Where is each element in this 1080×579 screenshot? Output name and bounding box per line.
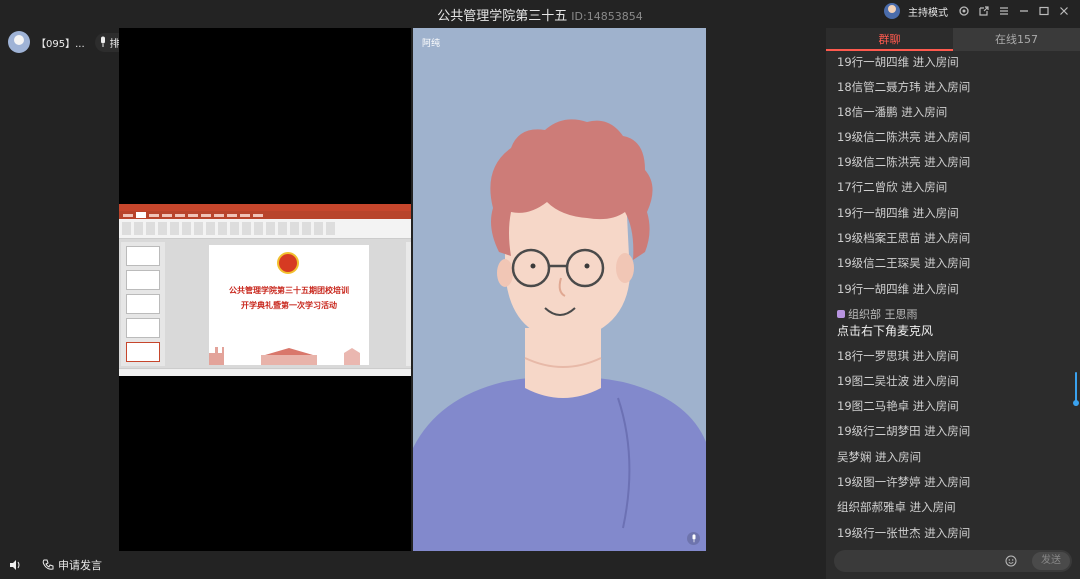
ppt-ribbon-tabs (119, 211, 411, 219)
popout-icon[interactable] (978, 5, 990, 17)
mic-icon (100, 36, 105, 47)
speaker-icon[interactable] (9, 559, 21, 571)
minimize-icon[interactable] (1018, 5, 1030, 17)
ppt-statusbar (119, 368, 411, 376)
chat-message: 19图二马艳卓 进入房间 (837, 399, 959, 413)
settings-icon[interactable] (958, 5, 970, 17)
screen-share-view[interactable]: 公共管理学院第三十五期团校培训 开学典礼暨第一次学习活动 (119, 28, 411, 551)
host-avatar[interactable] (884, 3, 900, 19)
slide-title-line2: 开学典礼暨第一次学习活动 (241, 301, 337, 310)
chat-message: 19级信二陈洪亮 进入房间 (837, 130, 971, 144)
chat-message: 18行一罗思琪 进入房间 (837, 349, 959, 363)
chat-message: 17行二曾欣 进入房间 (837, 180, 948, 194)
chat-message: 19行一胡四维 进入房间 (837, 206, 959, 220)
user-bar: 【095】... 排麦 (8, 31, 136, 53)
chat-message: 19级行二胡梦田 进入房间 (837, 424, 971, 438)
chat-panel: 群聊 在线157 19行一胡四维 进入房间 18信管二聂方玮 进入房间 18信一… (826, 28, 1080, 579)
user-name[interactable]: 【095】... (36, 35, 85, 50)
participant-name: 阿纯 (422, 39, 441, 49)
chat-input[interactable]: 发送 (834, 550, 1072, 572)
participant-video[interactable]: 阿纯 (413, 28, 706, 551)
title-bar: 公共管理学院第三十五 ID:14853854 主持模式 (0, 0, 1080, 26)
chat-message: 19行一胡四维 进入房间 (837, 282, 959, 296)
panel-tabs: 群聊 在线157 (826, 28, 1080, 51)
apply-speak-button[interactable]: 申请发言 (42, 557, 102, 573)
send-button[interactable]: 发送 (1032, 552, 1070, 570)
chat-message: 19行一胡四维 进入房间 (837, 55, 959, 69)
host-mode-label[interactable]: 主持模式 (908, 4, 948, 19)
chat-message: 19级图一许梦婷 进入房间 (837, 475, 971, 489)
ppt-slide: 公共管理学院第三十五期团校培训 开学典礼暨第一次学习活动 (209, 245, 369, 365)
bottom-bar (0, 553, 826, 579)
chat-text-message: 点击右下角麦克风 (837, 324, 934, 338)
participant-avatar-illustration (413, 119, 706, 551)
chat-message: 19级档案王思苗 进入房间 (837, 231, 971, 245)
close-icon[interactable] (1058, 5, 1070, 17)
ppt-titlebar (119, 204, 411, 211)
chat-scroll-handle[interactable] (1073, 400, 1079, 406)
sender-name: 组织部 王思雨 (848, 308, 918, 321)
chat-message: 19图二吴壮波 进入房间 (837, 374, 959, 388)
chat-list[interactable]: 19行一胡四维 进入房间 18信管二聂方玮 进入房间 18信一潘鹏 进入房间 1… (826, 51, 1080, 549)
chat-message: 19级行一张世杰 进入房间 (837, 526, 971, 540)
chat-message: 19级信二王琛昊 进入房间 (837, 256, 971, 270)
meeting-app: 公共管理学院第三十五 ID:14853854 主持模式 【095】... 公共管… (0, 0, 1080, 579)
room-id: ID:14853854 (571, 10, 643, 23)
ppt-scrollbar (406, 242, 411, 366)
league-emblem-icon (277, 252, 299, 274)
chat-message: 19级信二陈洪亮 进入房间 (837, 155, 971, 169)
shared-presentation: 公共管理学院第三十五期团校培训 开学典礼暨第一次学习活动 (119, 204, 411, 376)
sender-badge-icon (837, 310, 845, 318)
maximize-icon[interactable] (1038, 5, 1050, 17)
user-avatar[interactable] (8, 31, 30, 53)
chat-message: 18信一潘鹏 进入房间 (837, 105, 948, 119)
ppt-thumbnails (121, 242, 165, 366)
slide-title-line1: 公共管理学院第三十五期团校培训 (229, 286, 349, 295)
chat-message: 18信管二聂方玮 进入房间 (837, 80, 971, 94)
phone-icon (42, 559, 54, 570)
chat-message: 组织部郝雅卓 进入房间 (837, 500, 956, 514)
emoji-icon[interactable] (1005, 555, 1017, 567)
chat-message: 吴梦娴 进入房间 (837, 450, 922, 464)
tab-group-chat[interactable]: 群聊 (826, 28, 953, 51)
menu-icon[interactable] (998, 5, 1010, 17)
participant-mic-icon (687, 532, 700, 545)
apply-speak-label: 申请发言 (58, 559, 102, 572)
room-title: 公共管理学院第三十五 (437, 9, 568, 24)
chat-sender: 组织部 王思雨 (837, 306, 918, 322)
slide-illustration (209, 347, 360, 365)
ppt-ribbon (119, 219, 411, 239)
window-controls: 主持模式 (884, 3, 1070, 19)
tab-online[interactable]: 在线157 (953, 28, 1080, 51)
